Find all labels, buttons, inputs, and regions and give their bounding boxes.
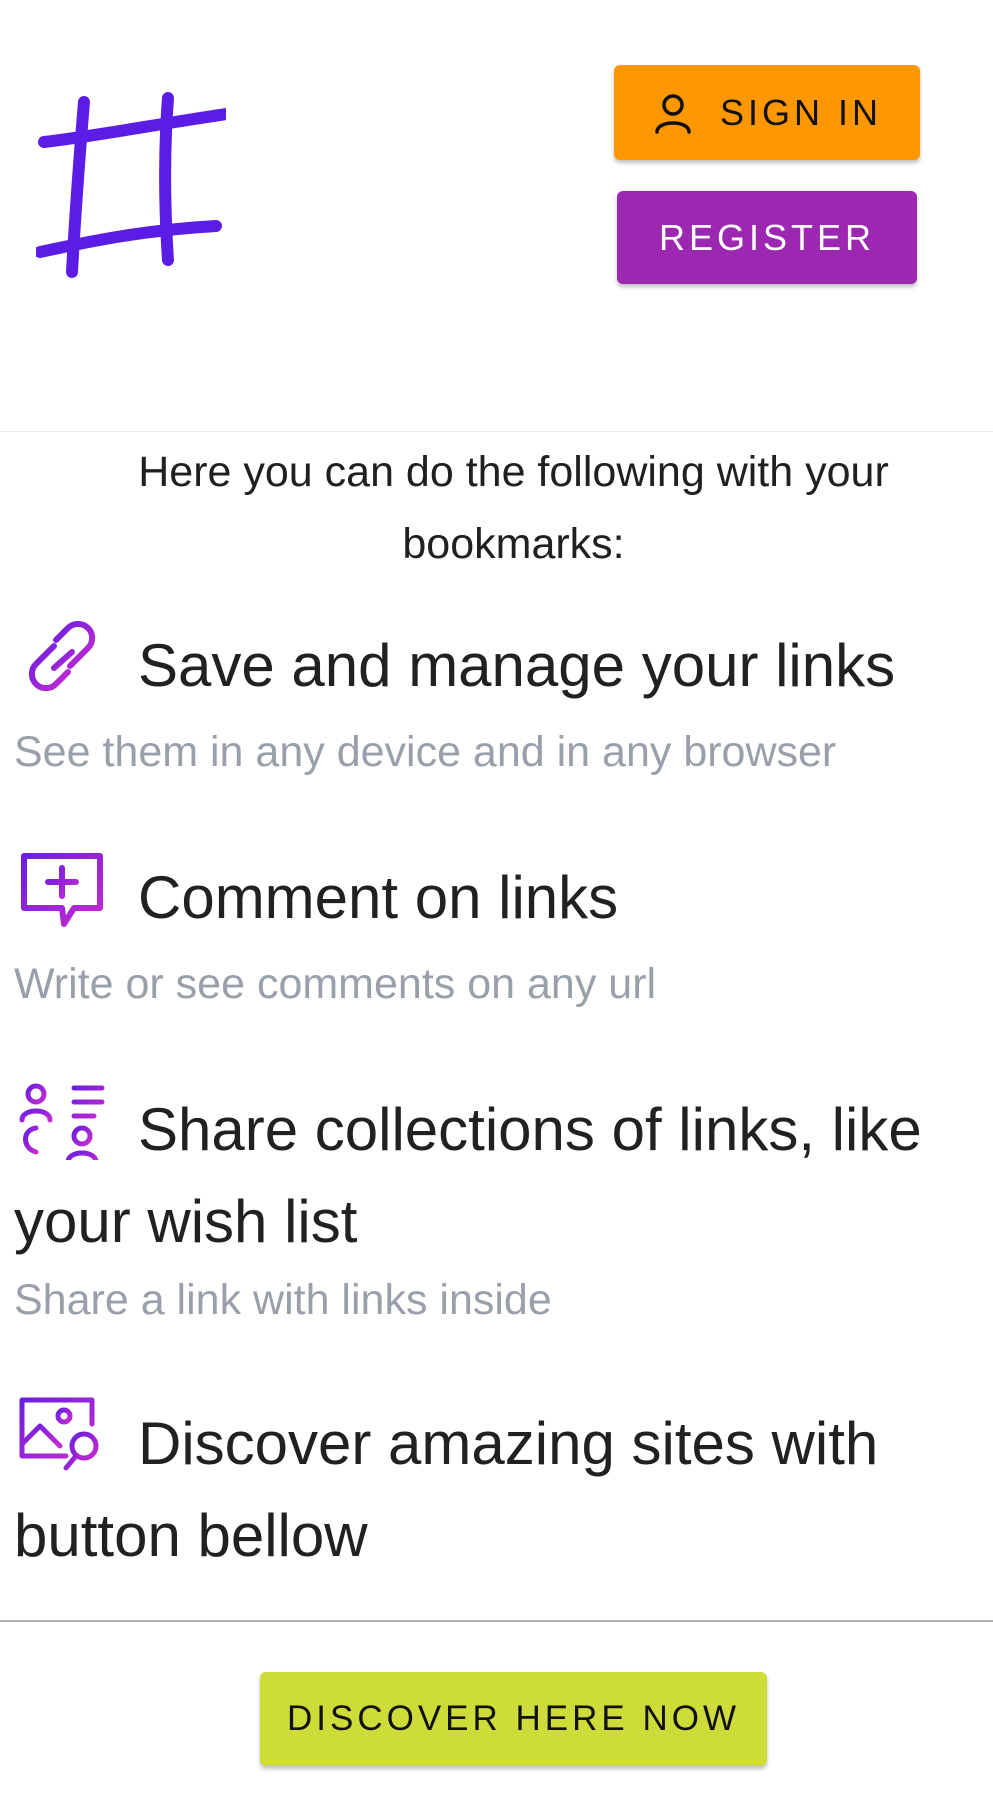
feature-comment-links: Comment on links Write or see comments o… <box>14 848 989 1014</box>
sign-in-label: SIGN IN <box>719 91 882 133</box>
feature-description: See them in any device and in any browse… <box>14 728 837 776</box>
feature-title: Discover amazing sites with button bello… <box>14 1410 879 1569</box>
comment-add-icon <box>21 853 103 927</box>
header-divider <box>0 431 993 432</box>
feature-description: Write or see comments on any url <box>14 960 657 1008</box>
feature-title: Share collections of links, like your wi… <box>14 1096 922 1255</box>
image-search-icon <box>19 1397 99 1471</box>
landing-page: SIGN IN REGISTER Here you can do the fol… <box>0 0 993 1806</box>
register-button[interactable]: REGISTER <box>617 191 917 284</box>
discover-label: DISCOVER HERE NOW <box>286 1699 741 1738</box>
feature-title: Save and manage your links <box>138 632 896 699</box>
intro-text: Here you can do the following with your … <box>138 448 889 568</box>
footer-divider <box>0 1620 993 1622</box>
discover-button[interactable]: DISCOVER HERE NOW <box>260 1672 767 1766</box>
feature-title: Comment on links <box>138 864 619 931</box>
feature-description: Share a link with links inside <box>14 1276 552 1324</box>
feature-share-collections: Share collections of links, like your wi… <box>14 1080 989 1330</box>
feature-save-links: Save and manage your links See them in a… <box>14 616 989 782</box>
share-collection-icon <box>19 1083 105 1160</box>
link-icon <box>28 620 96 692</box>
user-icon <box>655 93 691 134</box>
register-label: REGISTER <box>658 216 876 258</box>
sign-in-button[interactable]: SIGN IN <box>614 65 920 160</box>
feature-discover-sites: Discover amazing sites with button bello… <box>14 1394 989 1582</box>
hash-logo-icon[interactable] <box>36 90 226 280</box>
